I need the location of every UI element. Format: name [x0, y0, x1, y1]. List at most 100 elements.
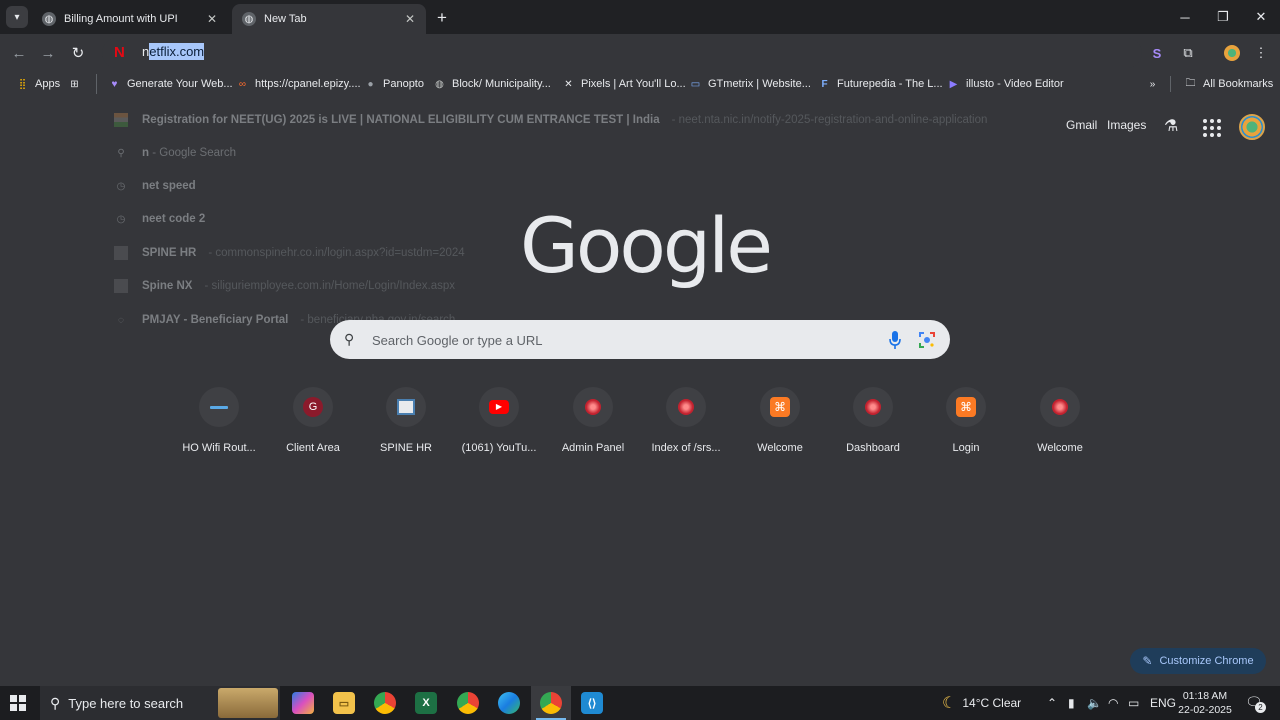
shortcut-tile[interactable]: HO Wifi Rout... — [170, 386, 268, 466]
bookmark-pixels[interactable]: ✕ Pixels | Art You'll Lo... — [562, 76, 685, 92]
customize-chrome-button[interactable]: ✎ Customize Chrome — [1130, 648, 1266, 674]
illusto-icon: ▶ — [949, 78, 958, 90]
shortcut-tile[interactable]: ▶ (1061) YouTu... — [450, 386, 548, 466]
tab-groups-icon: ⊞ — [70, 78, 79, 90]
bookmark-label: https://cpanel.epizy.... — [255, 78, 361, 90]
menu-icon[interactable]: ⋮ — [1251, 43, 1271, 63]
tab-search-button[interactable]: ▾ — [6, 6, 28, 28]
restore-icon[interactable]: ❐ — [1204, 0, 1242, 34]
tab-billing[interactable]: ◍ Billing Amount with UPI ✕ — [32, 4, 228, 34]
tab-new-tab[interactable]: ◍ New Tab ✕ — [232, 4, 426, 34]
suggestion-item[interactable]: ⚲ n - Google Search — [104, 142, 1136, 164]
omnibox-suggestions: Registration for NEET(UG) 2025 is LIVE |… — [104, 108, 1136, 352]
excel-icon[interactable]: X — [415, 692, 437, 714]
clock[interactable]: 01:18 AM 22-02-2025 — [1170, 689, 1240, 717]
shortcut-label: Client Area — [286, 442, 340, 454]
netflix-icon: N — [114, 44, 125, 61]
suggestion-title: n — [142, 147, 150, 159]
vscode-icon[interactable]: ⟨⟩ — [581, 692, 603, 714]
copilot-icon[interactable] — [292, 692, 314, 714]
shortcut-tile[interactable]: Welcome — [1011, 386, 1109, 466]
back-button[interactable]: ← — [8, 42, 30, 64]
shortcut-tile[interactable]: ⌘ Login — [917, 386, 1015, 466]
globe-icon: ◍ — [435, 78, 444, 90]
profile-avatar[interactable] — [1222, 43, 1242, 63]
labs-flask-icon[interactable]: ⚗ — [1164, 116, 1178, 136]
bookmark-illusto[interactable]: ▶ illusto - Video Editor — [947, 76, 1064, 92]
minimize-icon[interactable]: ─ — [1166, 0, 1204, 34]
customize-label: Customize Chrome — [1159, 655, 1254, 667]
microphone-icon[interactable] — [888, 330, 902, 350]
chrome-icon[interactable] — [374, 692, 396, 714]
date-text: 22-02-2025 — [1178, 704, 1232, 716]
suggestion-subtitle: - Google Search — [152, 147, 236, 159]
edge-icon[interactable] — [498, 692, 520, 714]
google-apps-icon[interactable] — [1203, 119, 1221, 137]
shortcut-label: (1061) YouTu... — [461, 442, 537, 454]
suggestion-title: PMJAY - Beneficiary Portal — [142, 314, 289, 326]
shortcut-tile[interactable]: Admin Panel — [544, 386, 642, 466]
reload-button[interactable]: ↻ — [67, 42, 89, 64]
shortcut-tile[interactable]: SPINE HR — [357, 386, 455, 466]
shortcut-tile[interactable]: G Client Area — [264, 386, 362, 466]
more-bookmarks-button[interactable]: » — [1146, 76, 1165, 92]
omnibox-text[interactable]: netflix.com — [142, 43, 205, 60]
bookmark-block[interactable]: ◍ Block/ Municipality... — [433, 76, 551, 92]
search-input[interactable] — [372, 329, 852, 351]
forward-button[interactable]: → — [37, 42, 59, 64]
bookmark-generate[interactable]: ♥ Generate Your Web... — [108, 76, 233, 92]
close-icon[interactable]: ✕ — [402, 11, 418, 27]
weather-widget[interactable]: ☾ 14°C Clear — [942, 686, 1021, 720]
chrome-profile-icon[interactable] — [457, 692, 479, 714]
suggestion-item[interactable]: Registration for NEET(UG) 2025 is LIVE |… — [104, 109, 1136, 131]
suggestion-item[interactable]: ◷ neet code 2 — [104, 208, 1136, 230]
futurepedia-icon: F — [821, 78, 828, 90]
gtmetrix-icon: ▭ — [690, 78, 701, 90]
folder-icon: 🗀 — [1185, 77, 1196, 89]
shortcut-tile[interactable]: Index of /srs... — [637, 386, 735, 466]
volume-icon[interactable]: 🔈 — [1087, 686, 1102, 720]
moon-icon: ☾ — [942, 695, 957, 712]
bookmark-label: illusto - Video Editor — [966, 78, 1064, 90]
extension-icon[interactable]: S — [1147, 43, 1167, 63]
bookmark-futurepedia[interactable]: F Futurepedia - The L... — [818, 76, 942, 92]
bookmark-apps[interactable]: ⣿ Apps — [16, 76, 60, 92]
bookmark-panopto[interactable]: ● Panopto — [364, 76, 424, 92]
suggestion-url: - neet.nta.nic.in/notify-2025-registrati… — [671, 114, 988, 126]
suggestion-item[interactable]: Spine NX - siliguriemployee.com.in/Home/… — [104, 275, 1136, 297]
show-hidden-icons[interactable]: ⌃ — [1047, 686, 1057, 720]
xampp-icon: ⌘ — [946, 387, 986, 427]
chrome-active-icon[interactable] — [540, 692, 562, 714]
new-tab-button[interactable]: + — [432, 8, 452, 28]
india-flag-icon — [114, 113, 128, 127]
bookmark-cpanel[interactable]: ∞ https://cpanel.epizy.... — [236, 76, 361, 92]
suggestion-item[interactable]: SPINE HR - commonspinehr.co.in/login.asp… — [104, 242, 1136, 264]
microphone-tray-icon[interactable]: ▮ — [1068, 686, 1075, 720]
taskbar-search[interactable]: ⚲ Type here to search — [40, 686, 280, 720]
close-icon[interactable]: ✕ — [204, 11, 220, 27]
notification-icon[interactable]: 🗨 2 — [1245, 694, 1266, 713]
battery-icon[interactable]: ▭ — [1128, 686, 1139, 720]
bookmark-gtmetrix[interactable]: ▭ GTmetrix | Website... — [689, 76, 811, 92]
bookmark-all[interactable]: 🗀 All Bookmarks — [1184, 76, 1274, 92]
file-explorer-icon[interactable]: ▭ — [333, 692, 355, 714]
shortcut-tile[interactable]: Dashboard — [824, 386, 922, 466]
apps-grid-icon: ⣿ — [18, 78, 27, 90]
search-icon: ⚲ — [50, 694, 61, 711]
chrome-icon: ◍ — [242, 12, 256, 26]
google-lens-icon[interactable] — [918, 331, 936, 349]
shortcut-label: SPINE HR — [380, 442, 432, 454]
ntp-search-box[interactable]: ⚲ — [330, 320, 950, 359]
shortcut-tile[interactable]: ⌘ Welcome — [731, 386, 829, 466]
xampp-icon: ⌘ — [760, 387, 800, 427]
shortcut-label: Index of /srs... — [651, 442, 721, 454]
account-avatar[interactable] — [1239, 114, 1265, 140]
extensions-puzzle-icon[interactable]: ⧉ — [1178, 43, 1198, 63]
tab-groups-button[interactable]: ⊞ — [68, 76, 87, 92]
suggestion-item[interactable]: ◷ net speed — [104, 175, 1136, 197]
pmjay-icon: ◌ — [118, 314, 124, 326]
close-window-icon[interactable]: ✕ — [1242, 0, 1280, 34]
omnibox[interactable]: N netflix.com — [102, 38, 1142, 68]
wifi-icon[interactable]: ◠ — [1108, 686, 1118, 720]
windows-start-icon[interactable] — [10, 695, 26, 711]
